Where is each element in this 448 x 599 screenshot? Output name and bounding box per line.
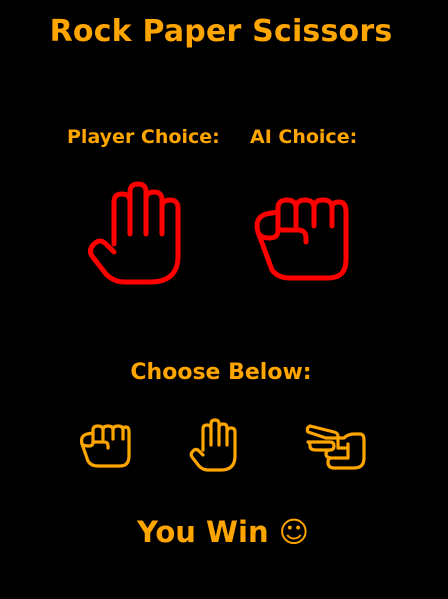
ai-rock-icon <box>250 190 352 284</box>
game-title: Rock Paper Scissors <box>49 14 393 49</box>
scissors-icon <box>305 424 366 470</box>
ai-choice-label: AI Choice: <box>250 126 358 148</box>
paper-icon <box>189 418 237 472</box>
rock-button[interactable] <box>78 422 131 470</box>
choose-below-label: Choose Below: <box>130 360 312 385</box>
player-paper-icon <box>84 178 190 290</box>
scissors-button[interactable] <box>304 420 366 472</box>
player-choice-label: Player Choice: <box>67 126 220 148</box>
rock-icon <box>79 424 131 468</box>
result-text: You Win ☺ <box>137 515 309 549</box>
paper-button[interactable] <box>188 416 242 474</box>
